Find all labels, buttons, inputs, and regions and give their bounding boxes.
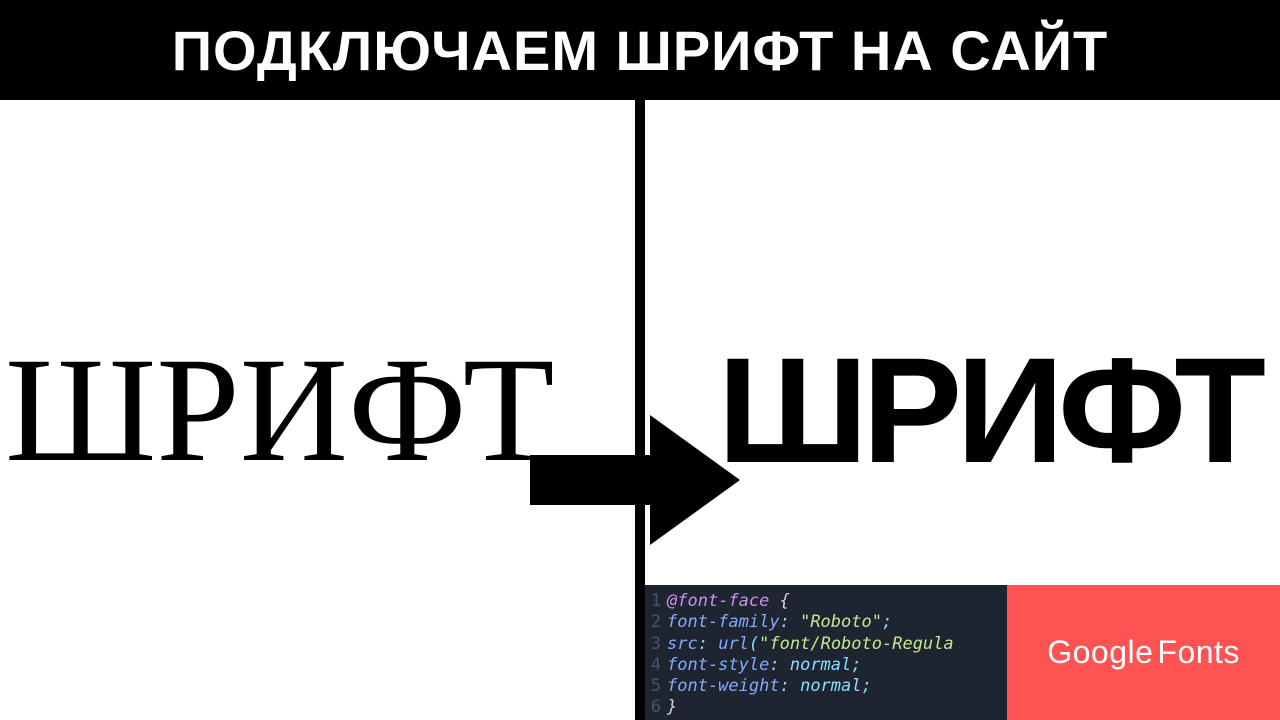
google-fonts-logo-fonts: Fonts	[1157, 634, 1240, 670]
code-line: 3src: url("font/Roboto-Regula	[645, 634, 1007, 655]
main-area: ШРИФТ ШРИФТ 1@font-face {2font-family: "…	[0, 100, 1280, 720]
code-line: 4font-style: normal;	[645, 655, 1007, 676]
vertical-divider	[635, 100, 645, 720]
line-number: 5	[645, 676, 667, 697]
right-panel: ШРИФТ 1@font-face {2font-family: "Roboto…	[645, 100, 1280, 720]
line-number: 4	[645, 655, 667, 676]
page-title: ПОДКЛЮЧАЕМ ШРИФТ НА САЙТ	[172, 18, 1109, 83]
code-line: 6}	[645, 697, 1007, 718]
header-bar: ПОДКЛЮЧАЕМ ШРИФТ НА САЙТ	[0, 0, 1280, 100]
google-fonts-logo-google: Google	[1047, 634, 1153, 670]
line-number: 6	[645, 697, 667, 718]
code-text: }	[667, 697, 677, 718]
left-panel: ШРИФТ	[0, 100, 635, 720]
code-snippet: 1@font-face {2font-family: "Roboto";3src…	[645, 585, 1007, 720]
code-text: @font-face {	[667, 591, 790, 612]
google-fonts-badge: GoogleFonts	[1007, 585, 1280, 720]
code-text: font-family: "Roboto";	[667, 612, 892, 633]
code-line: 5font-weight: normal;	[645, 676, 1007, 697]
code-line: 1@font-face {	[645, 591, 1007, 612]
line-number: 2	[645, 612, 667, 633]
serif-font-sample: ШРИФТ	[5, 324, 554, 496]
arrow-right-icon	[530, 415, 740, 545]
code-text: src: url("font/Roboto-Regula	[667, 634, 954, 655]
bottom-strip: 1@font-face {2font-family: "Roboto";3src…	[645, 585, 1280, 720]
google-fonts-logo: GoogleFonts	[1047, 634, 1240, 671]
code-text: font-style: normal;	[667, 655, 862, 676]
sans-font-sample: ШРИФТ	[717, 324, 1260, 497]
code-line: 2font-family: "Roboto";	[645, 612, 1007, 633]
code-text: font-weight: normal;	[667, 676, 872, 697]
line-number: 1	[645, 591, 667, 612]
line-number: 3	[645, 634, 667, 655]
